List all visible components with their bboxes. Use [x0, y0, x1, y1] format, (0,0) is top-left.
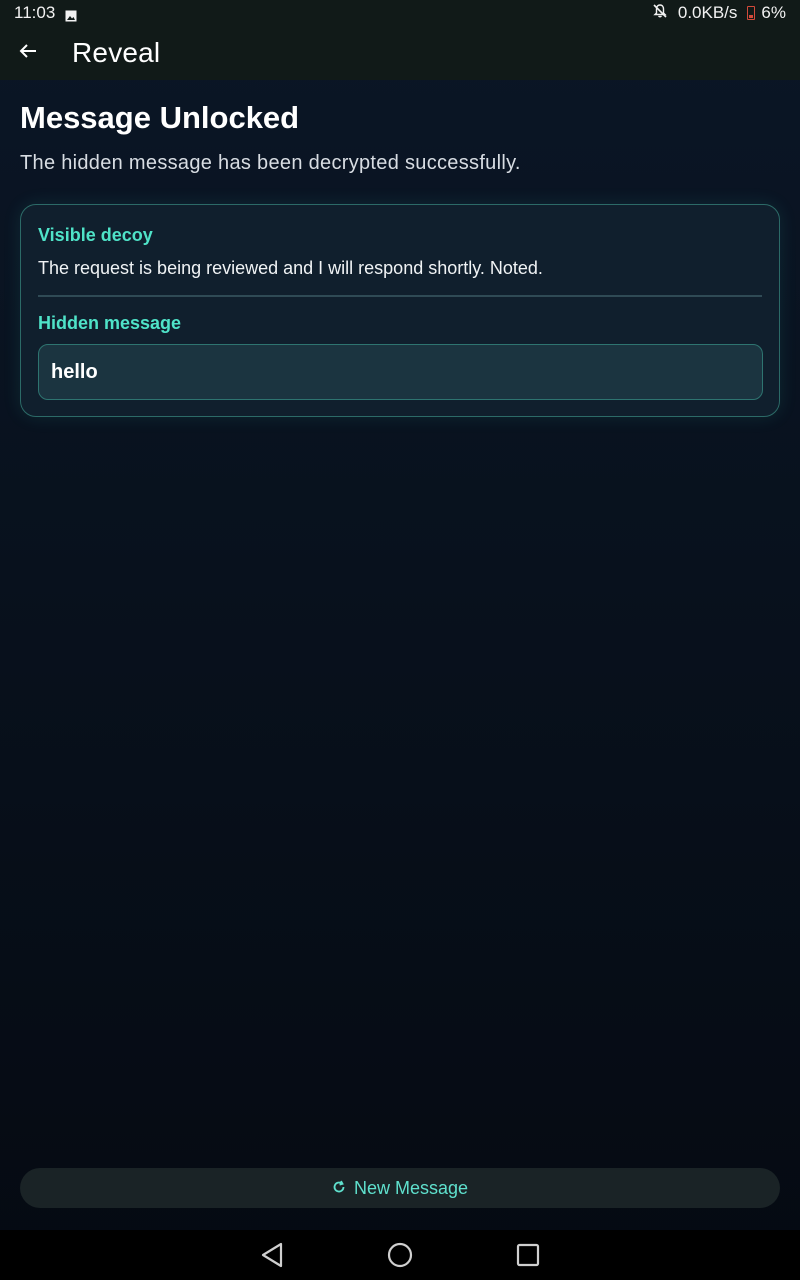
hidden-message-text: hello [51, 360, 98, 383]
reveal-screen: 11:03 0.0KB/s 6% Reveal Message Unlocked… [0, 0, 800, 1280]
refresh-icon [332, 1178, 346, 1199]
message-card: Visible decoy The request is being revie… [20, 204, 780, 417]
page-title: Message Unlocked [20, 100, 300, 135]
system-nav-bar [0, 1230, 800, 1280]
battery-low-icon [747, 6, 756, 20]
network-speed: 0.0KB/s [677, 3, 738, 22]
app-bar-title: Reveal [72, 37, 161, 68]
status-right: 0.0KB/s 6% [652, 3, 786, 24]
app-bar: Reveal [0, 26, 800, 80]
back-nav-icon[interactable] [253, 1236, 291, 1274]
hidden-message-label: Hidden message [38, 313, 182, 333]
recents-nav-icon[interactable] [509, 1236, 547, 1274]
status-left: 11:03 [14, 3, 77, 23]
notifications-off-icon [652, 3, 668, 24]
home-nav-icon[interactable] [381, 1236, 419, 1274]
new-message-label: New Message [353, 1177, 469, 1198]
back-button[interactable] [0, 26, 56, 80]
status-bar: 11:03 0.0KB/s 6% [0, 0, 800, 26]
hidden-message-box: hello [38, 344, 763, 400]
page-subtitle: The hidden message has been decrypted su… [20, 152, 521, 174]
image-icon [65, 7, 77, 22]
new-message-button[interactable]: New Message [20, 1168, 780, 1208]
decoy-text: The request is being reviewed and I will… [38, 258, 543, 278]
decoy-label: Visible decoy [38, 225, 153, 245]
card-divider [38, 295, 762, 297]
status-time: 11:03 [14, 3, 56, 22]
arrow-back-icon [18, 41, 38, 66]
battery-percent: 6% [761, 3, 786, 22]
